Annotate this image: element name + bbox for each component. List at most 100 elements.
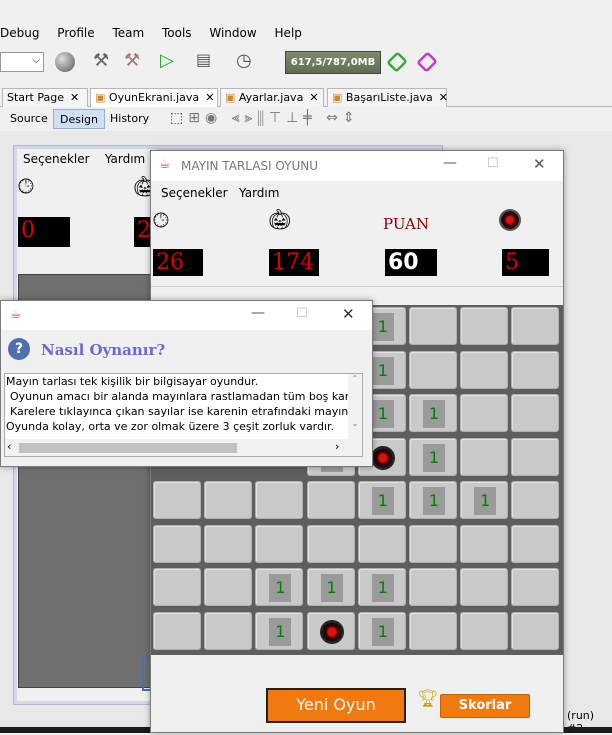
- scroll-down-icon[interactable]: ⌄: [348, 419, 362, 428]
- new-game-button[interactable]: Yeni Oyun: [266, 688, 406, 723]
- designer-menu-yardim[interactable]: Yardım: [105, 152, 145, 166]
- minefield-cell[interactable]: [460, 307, 509, 345]
- menu-window[interactable]: Window: [209, 26, 256, 40]
- align-left-icon[interactable]: ⫷: [232, 110, 245, 126]
- designer-menu-secenekler[interactable]: Seçenekler: [23, 152, 90, 166]
- minefield-cell[interactable]: [204, 568, 253, 606]
- menu-profile[interactable]: Profile: [57, 26, 94, 40]
- resize-horizontal-icon[interactable]: ⇔: [326, 110, 343, 126]
- connection-icon[interactable]: ⊞: [188, 110, 205, 126]
- help-textarea[interactable]: Mayın tarlası tek kişilik bir bilgisayar…: [4, 373, 363, 457]
- minefield-cell[interactable]: [409, 307, 457, 345]
- menu-tools[interactable]: Tools: [162, 26, 192, 40]
- maximize-icon[interactable]: ☐: [487, 156, 499, 171]
- minefield-cell[interactable]: [460, 524, 509, 563]
- minefield-cell[interactable]: [204, 524, 253, 563]
- minefield-cell[interactable]: [409, 568, 457, 606]
- close-icon[interactable]: ✕: [309, 91, 318, 104]
- close-icon[interactable]: ✕: [439, 91, 448, 104]
- minefield-cell[interactable]: [460, 611, 509, 650]
- minefield-cell[interactable]: 1: [409, 394, 457, 432]
- resize-vertical-icon[interactable]: ⇕: [343, 110, 360, 126]
- scroll-up-icon[interactable]: ⌃: [348, 374, 362, 383]
- minefield-cell[interactable]: [460, 394, 509, 432]
- minefield-cell[interactable]: 1: [460, 481, 509, 519]
- minefield-cell[interactable]: 1: [255, 568, 304, 606]
- menu-help[interactable]: Help: [275, 26, 302, 40]
- minimize-icon[interactable]: —: [443, 155, 457, 171]
- minefield-cell[interactable]: [511, 394, 560, 432]
- menu-secenekler[interactable]: Seçenekler: [161, 186, 228, 200]
- close-icon[interactable]: ✕: [342, 305, 355, 323]
- maximize-icon[interactable]: ☐: [296, 306, 308, 321]
- run-icon[interactable]: ▷: [160, 50, 174, 71]
- align-top-icon[interactable]: ⊤: [269, 110, 286, 126]
- align-right-icon[interactable]: ⫸: [245, 110, 258, 126]
- minefield-cell[interactable]: 1: [357, 481, 406, 519]
- minefield-cell[interactable]: 1: [255, 611, 304, 650]
- tab-oyunekrani[interactable]: ▣ OyunEkrani.java ✕: [90, 88, 218, 107]
- minefield-cell[interactable]: 1: [409, 481, 457, 519]
- minefield-cell[interactable]: [511, 437, 560, 476]
- minefield-cell[interactable]: [511, 307, 560, 345]
- clean-build-icon[interactable]: ⚒: [124, 50, 140, 71]
- vertical-scrollbar[interactable]: ⌃ ⌄: [348, 374, 362, 439]
- minefield-cell[interactable]: 1: [409, 437, 457, 476]
- profiler-icon[interactable]: [416, 51, 438, 73]
- debug-icon[interactable]: ▤: [196, 50, 211, 69]
- minefield-cell[interactable]: [460, 568, 509, 606]
- close-icon[interactable]: ✕: [533, 155, 546, 173]
- minefield-cell[interactable]: [511, 524, 560, 563]
- minefield-cell[interactable]: [204, 611, 253, 650]
- minefield-cell[interactable]: [153, 568, 201, 606]
- minimize-icon[interactable]: —: [251, 305, 265, 321]
- align-middle-icon[interactable]: ╪: [303, 110, 316, 126]
- minefield-cell[interactable]: 1: [357, 568, 406, 606]
- horizontal-scrollbar[interactable]: ‹ ›: [5, 439, 362, 456]
- hammer-icon[interactable]: ⚒: [93, 50, 109, 71]
- menu-debug[interactable]: Debug: [0, 26, 39, 40]
- tab-start-page[interactable]: Start Page ✕: [2, 88, 88, 107]
- scroll-thumb[interactable]: [19, 443, 237, 453]
- minefield-cell[interactable]: [409, 611, 457, 650]
- tab-source[interactable]: Source: [4, 109, 54, 129]
- tab-ayarlar[interactable]: ▣ Ayarlar.java ✕: [220, 88, 324, 107]
- minefield-cell[interactable]: [255, 481, 304, 519]
- profile-icon[interactable]: ◷: [236, 50, 252, 71]
- minefield-cell[interactable]: [511, 350, 560, 389]
- tab-basariliste[interactable]: ▣ BaşarıListe.java ✕: [327, 88, 448, 107]
- minefield-cell[interactable]: [153, 524, 201, 563]
- minefield-cell[interactable]: [306, 481, 355, 519]
- close-icon[interactable]: ✕: [70, 91, 79, 104]
- minefield-cell[interactable]: [357, 524, 406, 563]
- tab-history[interactable]: History: [104, 109, 155, 129]
- minefield-cell[interactable]: [409, 524, 457, 563]
- close-icon[interactable]: ✕: [205, 91, 214, 104]
- gc-icon[interactable]: [386, 51, 408, 73]
- minefield-cell[interactable]: 1: [357, 611, 406, 650]
- minefield-cell[interactable]: [511, 481, 560, 519]
- minefield-cell[interactable]: [460, 437, 509, 476]
- menu-team[interactable]: Team: [112, 26, 144, 40]
- minefield-cell[interactable]: [460, 350, 509, 389]
- minefield-cell[interactable]: [306, 524, 355, 563]
- align-center-icon[interactable]: ⫼: [257, 110, 268, 126]
- minefield-cell[interactable]: 1: [306, 568, 355, 606]
- minefield-cell[interactable]: [153, 481, 201, 519]
- minefield-cell[interactable]: [511, 611, 560, 650]
- minefield-cell[interactable]: [306, 611, 355, 650]
- memory-indicator[interactable]: 617,5/787,0MB: [285, 51, 381, 74]
- align-bottom-icon[interactable]: ⊥: [286, 110, 303, 126]
- minefield-cell[interactable]: [255, 524, 304, 563]
- config-dropdown[interactable]: ⌵: [0, 52, 44, 72]
- minefield-cell[interactable]: [511, 568, 560, 606]
- scores-button[interactable]: Skorlar: [440, 694, 530, 718]
- minefield-cell[interactable]: [153, 611, 201, 650]
- scroll-right-icon[interactable]: ›: [335, 440, 339, 453]
- selection-icon[interactable]: ⬚: [170, 110, 188, 126]
- minefield-cell[interactable]: [409, 350, 457, 389]
- globe-icon[interactable]: [55, 52, 75, 72]
- scroll-left-icon[interactable]: ‹: [7, 440, 11, 453]
- minefield-cell[interactable]: [204, 481, 253, 519]
- tab-design[interactable]: Design: [53, 109, 105, 129]
